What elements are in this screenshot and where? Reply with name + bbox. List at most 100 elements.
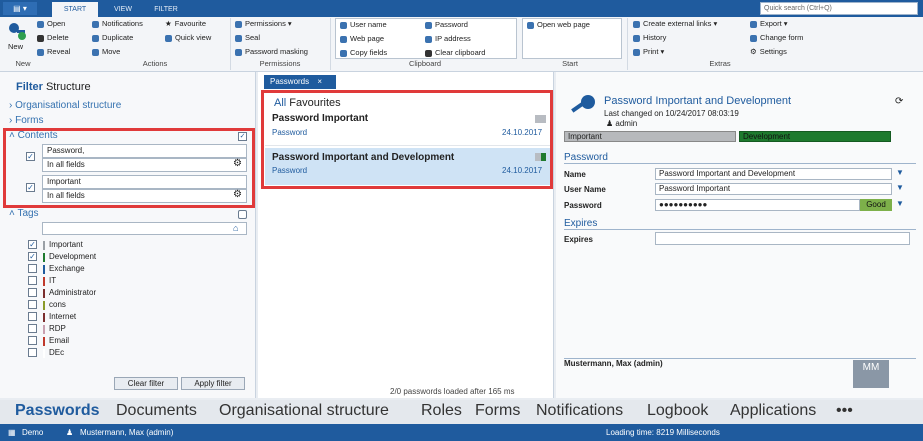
move-button[interactable]: Move	[92, 47, 120, 57]
username-field[interactable]: Password Important	[655, 183, 892, 195]
list-header-all[interactable]: All	[274, 97, 286, 109]
close-icon[interactable]: ×	[317, 77, 322, 86]
copy-web-page-button[interactable]: Web page	[340, 34, 384, 44]
copy-fields-button[interactable]: Copy fields	[340, 48, 387, 58]
open-web-page-button[interactable]: Open web page	[527, 20, 590, 30]
permissions-label: Permissions ▾	[245, 19, 292, 28]
clear-clipboard-label: Clear clipboard	[435, 48, 486, 57]
nav-notifications[interactable]: Notifications	[536, 402, 623, 420]
favourite-button[interactable]: ★ Favourite	[165, 19, 206, 29]
duplicate-button[interactable]: Duplicate	[92, 33, 133, 43]
app-menu-button[interactable]: ▤ ▾	[3, 2, 37, 15]
history-button[interactable]: History	[633, 33, 666, 43]
history-icon[interactable]: ⟳	[895, 96, 903, 107]
copy-fields-label: Copy fields	[350, 48, 388, 57]
nav-organisational-structure[interactable]: Organisational structure	[219, 402, 389, 420]
password-field[interactable]: ●●●●●●●●●●	[655, 199, 860, 211]
user-icon	[340, 21, 347, 29]
nav-more[interactable]: •••	[836, 402, 853, 420]
nav-applications[interactable]: Applications	[730, 402, 816, 420]
nav-forms[interactable]: Forms	[475, 402, 520, 420]
avatar-initials: MM	[862, 362, 880, 373]
tag-color-marker	[43, 241, 45, 250]
content-filter-2-checkbox[interactable]: ✓	[26, 183, 35, 192]
nav-logbook[interactable]: Logbook	[647, 402, 708, 420]
nav-passwords[interactable]: Passwords	[15, 402, 99, 420]
gear-icon[interactable]: ⚙	[233, 158, 242, 169]
divider	[564, 229, 916, 230]
clear-clipboard-button[interactable]: Clear clipboard	[425, 48, 485, 58]
link-icon	[633, 20, 640, 28]
tab-view[interactable]: VIEW	[106, 2, 140, 17]
tag-color-marker	[43, 265, 45, 274]
expires-field[interactable]	[655, 232, 910, 245]
nav-documents[interactable]: Documents	[116, 402, 197, 420]
section-tags[interactable]: ˄ Tags	[9, 208, 39, 219]
clear-filter-button[interactable]: Clear filter	[114, 377, 178, 390]
tag-checkbox[interactable]	[28, 336, 37, 345]
content-filter-2-scope[interactable]: In all fields	[42, 189, 247, 203]
tag-checkbox[interactable]: ✓	[28, 240, 37, 249]
tag-checkbox[interactable]: ✓	[28, 252, 37, 261]
tab-start[interactable]: START	[52, 2, 98, 17]
avatar[interactable]: MM	[853, 360, 889, 388]
tab-passwords[interactable]: Passwords ×	[264, 75, 336, 89]
seal-button[interactable]: Seal	[235, 33, 260, 43]
print-button[interactable]: Print ▾	[633, 47, 664, 57]
contents-checkbox[interactable]: ✓	[238, 132, 247, 141]
nav-roles[interactable]: Roles	[421, 402, 462, 420]
copy-password-button[interactable]: Password	[425, 20, 468, 30]
settings-button[interactable]: ⚙ Settings	[750, 47, 787, 57]
tag-checkbox[interactable]	[28, 324, 37, 333]
content-filter-2-input[interactable]: Important	[42, 175, 247, 189]
tag-checkbox[interactable]	[28, 312, 37, 321]
create-external-links-button[interactable]: Create external links ▾	[633, 19, 717, 29]
open-button[interactable]: Open	[37, 19, 65, 29]
star-icon: ★	[165, 19, 172, 28]
copy-user-name-button[interactable]: User name	[340, 20, 387, 30]
section-forms[interactable]: › Forms	[9, 115, 43, 126]
tags-toggle[interactable]	[238, 210, 247, 219]
apply-filter-button[interactable]: Apply filter	[181, 377, 245, 390]
new-button[interactable]: New	[8, 42, 23, 52]
tag-checkbox[interactable]	[28, 264, 37, 273]
quick-search-input[interactable]: Quick search (Ctrl+Q)	[760, 2, 918, 15]
content-filter-1-scope[interactable]: In all fields	[42, 158, 247, 172]
detail-last-changed: Last changed on 10/24/2017 08:03:19	[604, 109, 739, 118]
list-item[interactable]: Password Important Password 24.10.2017	[265, 110, 550, 146]
tag-checkbox[interactable]	[28, 300, 37, 309]
section-expires-heading: Expires	[564, 218, 598, 229]
list-header-favourites[interactable]: Favourites	[289, 97, 340, 109]
group-label-extras: Extras	[709, 59, 731, 68]
tag-checkbox[interactable]	[28, 288, 37, 297]
list-item-selected[interactable]: Password Important and Development Passw…	[265, 148, 550, 185]
copy-ip-address-button[interactable]: IP address	[425, 34, 471, 44]
tag-search-input[interactable]	[42, 222, 247, 235]
tag-marker	[535, 115, 546, 123]
gear-icon[interactable]: ⚙	[233, 189, 242, 200]
delete-button[interactable]: Delete	[37, 33, 69, 43]
permissions-button[interactable]: Permissions ▾	[235, 19, 292, 29]
strength-badge: Good	[860, 199, 892, 211]
chevron-down-icon[interactable]: ▼	[896, 168, 904, 177]
web-page-label: Web page	[350, 34, 385, 43]
content-filter-1-input[interactable]: Password,	[42, 144, 247, 158]
reveal-button[interactable]: Reveal	[37, 47, 70, 57]
chevron-down-icon[interactable]: ▼	[896, 199, 904, 208]
section-organisational-structure[interactable]: › Organisational structure	[9, 100, 121, 111]
password-masking-button[interactable]: Password masking	[235, 47, 308, 57]
tab-filter[interactable]: FILTER	[146, 2, 186, 17]
notifications-button[interactable]: Notifications	[92, 19, 143, 29]
export-button[interactable]: Export ▾	[750, 19, 788, 29]
ip-address-label: IP address	[435, 34, 471, 43]
password-label: Password	[564, 201, 602, 210]
content-filter-1-checkbox[interactable]: ✓	[26, 152, 35, 161]
section-contents[interactable]: ˄ Contents	[9, 130, 58, 141]
password-masking-label: Password masking	[245, 47, 308, 56]
change-form-button[interactable]: Change form	[750, 33, 803, 43]
quick-view-button[interactable]: Quick view	[165, 33, 211, 43]
chevron-down-icon[interactable]: ▼	[896, 183, 904, 192]
tag-checkbox[interactable]	[28, 348, 37, 357]
tag-checkbox[interactable]	[28, 276, 37, 285]
name-field[interactable]: Password Important and Development	[655, 168, 892, 180]
